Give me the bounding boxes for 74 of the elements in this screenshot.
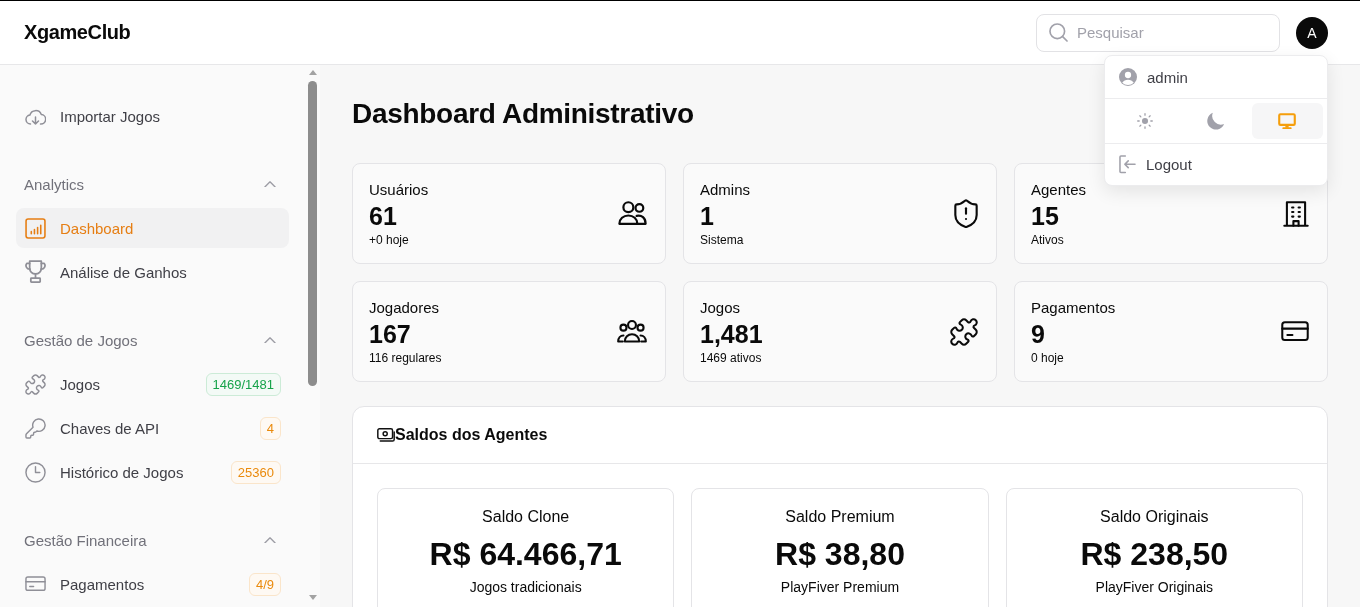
sidebar-item[interactable]: Análise de Ganhos [16,252,289,292]
stat-value: 1 [700,201,715,230]
balance-label: Saldo Originais [1099,507,1210,527]
count-badge: 1469/1481 [205,372,281,396]
search-field[interactable]: Pesquisar [1036,13,1280,52]
balance-amount: R$ 64.466,71 [428,535,623,574]
balance-description: PlayFiver Originais [1094,578,1215,596]
trophy-icon [24,260,46,284]
username-label: admin [1147,68,1188,86]
user-circle-icon [1119,68,1137,86]
stat-value: 61 [369,201,398,230]
stat-note: 0 hoje [1031,349,1065,366]
sidebar-item[interactable]: Jogos 1469/1481 [16,364,289,404]
stat-value: 167 [369,319,412,348]
credit-card-icon [24,576,46,592]
sun-icon [1136,113,1153,129]
stat-label: Admins [700,181,751,198]
credit-card-icon [1281,321,1309,342]
stat-label: Jogadores [369,299,441,316]
monitor-icon [1278,112,1297,130]
chevron-up-icon[interactable] [264,536,276,544]
logout-icon [1119,155,1136,174]
chevron-up-icon[interactable] [264,336,276,344]
count-badge: 4 [259,416,281,440]
sidebar-item[interactable]: Chaves de API 4 [16,408,289,448]
scroll-up-icon[interactable] [308,70,317,75]
puzzle-icon [24,373,46,395]
stat-value: 9 [1031,319,1046,348]
scroll-down-icon[interactable] [308,595,317,600]
stat-note: 1469 ativos [700,349,763,366]
panel-title: Saldos dos Agentes [395,426,548,444]
stat-value: 1,481 [700,319,763,348]
theme-button[interactable] [1251,103,1323,139]
banknote-icon [377,428,395,442]
logo-text: XgameClub [24,21,131,44]
stat-note: +0 hoje [369,231,410,248]
section-title: Gestão Financeira [24,531,147,549]
bar-chart-icon [24,217,46,239]
moon-icon [1207,112,1225,130]
stat-label: Jogos [700,299,742,316]
users-icon [618,201,647,226]
balance-label: Saldo Premium [784,507,896,527]
section-title: Gestão de Jogos [24,331,138,349]
shield-alert-icon [954,198,978,229]
balance-label: Saldo Clone [481,507,571,527]
count-badge: 4/9 [248,572,281,596]
balance-description: PlayFiver Premium [779,578,901,596]
stat-label: Agentes [1031,181,1087,198]
key-icon [24,417,46,439]
stat-value: 15 [1031,201,1060,230]
balance-description: Jogos tradicionais [468,578,583,596]
count-badge: 25360 [230,460,281,484]
search-icon [1049,23,1068,42]
stat-note: 116 regulares [369,349,442,366]
cloud-download-icon [24,107,46,125]
stat-note: Sistema [700,231,745,248]
stat-label: Usuários [369,181,429,198]
sidebar-item[interactable]: Histórico de Jogos 25360 [16,452,289,492]
balance-amount: R$ 38,80 [774,535,906,574]
balance-amount: R$ 238,50 [1079,535,1230,574]
building-icon [1283,200,1309,227]
scrollbar-thumb[interactable] [308,81,317,386]
page-title: Dashboard Administrativo [352,97,694,131]
clock-icon [24,461,46,483]
section-title: Analytics [24,175,85,193]
stat-label: Pagamentos [1031,299,1116,316]
avatar-button[interactable]: A [1296,16,1328,49]
users-group-icon [617,320,647,343]
sidebar-item[interactable]: Importar Jogos [16,96,289,136]
stat-note: Ativos [1031,231,1065,248]
logout-button[interactable]: Logout [1105,144,1327,185]
puzzle-icon [950,317,978,346]
chevron-up-icon[interactable] [264,180,276,188]
sidebar-item[interactable]: Pagamentos 4/9 [16,564,289,604]
